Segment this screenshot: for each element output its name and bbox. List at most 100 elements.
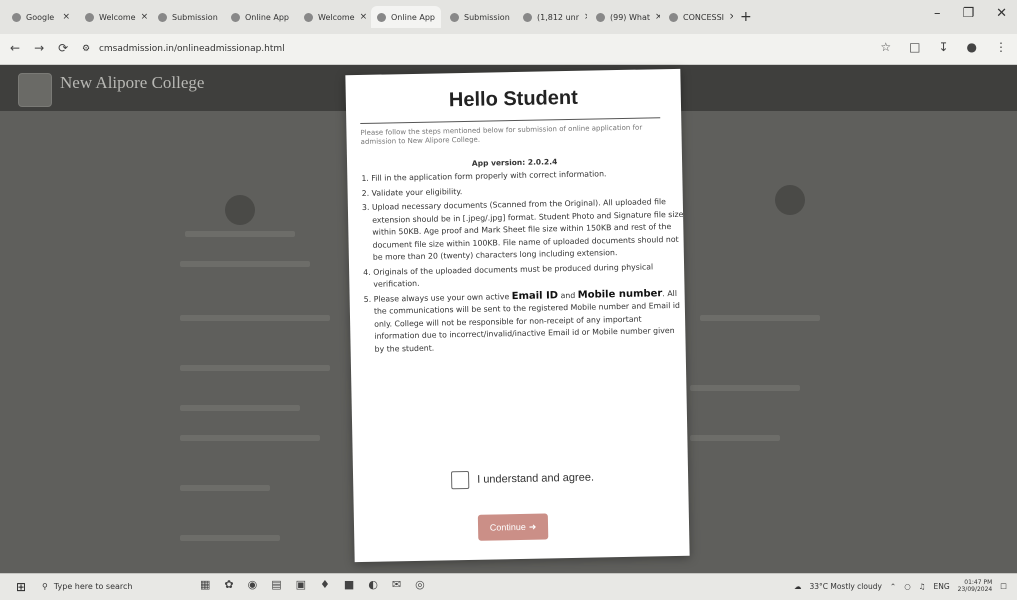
clock-time: 01:47 PM — [964, 579, 993, 586]
browser-tab[interactable]: Online App × — [225, 6, 295, 28]
tab-close-icon[interactable]: × — [729, 12, 733, 22]
tab-label: Submission — [464, 12, 510, 22]
instructions-modal: Hello Student Please follow the steps me… — [345, 68, 690, 563]
site-info-icon[interactable]: ⚙ — [82, 44, 90, 54]
instruction-step: Please always use your own active Email … — [374, 287, 687, 355]
tab-favicon-icon — [304, 12, 313, 22]
tab-close-icon[interactable]: × — [360, 12, 368, 22]
nav-buttons: ← → ⟳ — [10, 41, 68, 55]
tab-favicon-icon — [377, 12, 386, 22]
agree-label[interactable]: I understand and agree. — [477, 472, 594, 486]
browser-toolbar-icons: ☆ □ ↧ ● ⋮ — [880, 40, 1007, 54]
faded-form-text — [690, 435, 780, 441]
tab-label: (99) What — [610, 12, 650, 22]
taskbar-search[interactable]: ⚲ Type here to search — [36, 577, 192, 596]
tab-close-icon[interactable]: × — [655, 12, 660, 22]
faded-form-text — [180, 315, 330, 321]
mail-icon[interactable]: ✉ — [392, 578, 401, 591]
url-bar[interactable]: ⚙ cmsadmission.in/onlineadmissionap.html — [74, 40, 842, 58]
step-circle-icon — [225, 195, 255, 225]
address-bar-row: ← → ⟳ ⚙ cmsadmission.in/onlineadmissiona… — [0, 34, 1017, 65]
minimize-icon[interactable]: – — [934, 6, 941, 21]
edge-browser-icon[interactable]: ◉ — [248, 578, 258, 591]
tab-favicon-icon — [450, 12, 459, 22]
tab-label: Google — [26, 12, 55, 22]
continue-button[interactable]: Continue ➜ — [477, 513, 549, 541]
agree-checkbox[interactable] — [450, 470, 470, 490]
tab-favicon-icon — [158, 12, 167, 22]
search-icon: ⚲ — [42, 582, 48, 591]
tab-close-icon[interactable]: × — [62, 12, 70, 22]
tab-close-icon[interactable]: × — [141, 12, 149, 22]
browser-tab[interactable]: Online App × — [371, 6, 441, 28]
college-name: New Alipore College — [60, 73, 205, 92]
tab-label: Welcome — [318, 12, 355, 22]
network-icon[interactable]: ○ — [904, 582, 911, 591]
tab-label: (1,812 unr — [537, 12, 579, 22]
video-icon[interactable]: ■ — [344, 578, 354, 591]
step-circle-icon — [775, 185, 805, 215]
volume-icon[interactable]: ♫ — [919, 582, 926, 591]
browser-tab[interactable]: Welcome × — [298, 6, 368, 28]
language-indicator[interactable]: ENG — [934, 582, 950, 591]
store-icon[interactable]: ▣ — [296, 578, 306, 591]
search-placeholder: Type here to search — [53, 582, 133, 591]
browser-tab[interactable]: Google × — [6, 6, 76, 28]
tab-label: Welcome — [99, 12, 136, 22]
tray-chevron-icon[interactable]: ⌃ — [890, 582, 896, 591]
faded-form-text — [180, 261, 310, 267]
maximize-icon[interactable]: ❐ — [962, 6, 974, 21]
modal-intro-text: Please follow the steps mentioned below … — [360, 123, 643, 146]
arrow-right-icon: ➜ — [528, 521, 537, 532]
tab-favicon-icon — [12, 12, 21, 22]
faded-form-text — [180, 435, 320, 441]
forward-icon[interactable]: → — [34, 41, 44, 55]
chrome-icon[interactable]: ◎ — [415, 578, 425, 591]
tab-close-icon[interactable]: × — [440, 12, 441, 22]
browser-tab[interactable]: CONCESSI × — [663, 6, 733, 28]
bookmark-star-icon[interactable]: ☆ — [880, 40, 891, 54]
close-window-icon[interactable]: ✕ — [996, 6, 1007, 21]
browser-tab-bar: Google×Welcome×Submission×Online App×Wel… — [0, 0, 1017, 35]
browser-tab[interactable]: Submission× — [444, 6, 514, 28]
browser-tab[interactable]: (99) What × — [590, 6, 660, 28]
browser-tab[interactable]: (1,812 unr × — [517, 6, 587, 28]
notification-icon[interactable]: ☐ — [1000, 582, 1007, 591]
tab-favicon-icon — [669, 12, 678, 22]
weather-text[interactable]: 33°C Mostly cloudy — [809, 582, 881, 591]
taskbar-clock[interactable]: 01:47 PM 23/09/2024 — [958, 579, 993, 593]
app-icon[interactable]: ✿ — [224, 578, 233, 591]
tab-favicon-icon — [523, 12, 532, 22]
browser-tab[interactable]: Welcome × — [79, 6, 149, 28]
app-icon[interactable]: ♦ — [320, 578, 330, 591]
browser-tab[interactable]: Submission× — [152, 6, 222, 28]
taskbar-apps: ▦ ✿ ◉ ▤ ▣ ♦ ■ ◐ ✉ ◎ — [200, 578, 425, 591]
reload-icon[interactable]: ⟳ — [58, 41, 68, 55]
tab-favicon-icon — [596, 12, 605, 22]
back-icon[interactable]: ← — [10, 41, 20, 55]
agree-row: I understand and agree. — [450, 469, 594, 490]
faded-form-text — [700, 315, 820, 321]
profile-icon[interactable]: ● — [967, 40, 977, 54]
file-explorer-icon[interactable]: ▤ — [271, 578, 281, 591]
download-icon[interactable]: ↧ — [938, 40, 948, 54]
tab-close-icon[interactable]: × — [584, 12, 587, 22]
modal-title: Hello Student — [448, 86, 578, 112]
faded-form-text — [180, 535, 280, 541]
extensions-icon[interactable]: □ — [909, 40, 920, 54]
tab-close-icon[interactable]: × — [294, 12, 295, 22]
tab-label: Submission — [172, 12, 218, 22]
task-view-icon[interactable]: ▦ — [200, 578, 210, 591]
clock-date: 23/09/2024 — [957, 586, 993, 593]
system-tray: ☁ 33°C Mostly cloudy ⌃ ○ ♫ ENG 01:47 PM … — [794, 579, 1007, 593]
menu-icon[interactable]: ⋮ — [995, 40, 1007, 54]
windows-start-icon[interactable]: ⊞ — [16, 580, 26, 594]
tab-favicon-icon — [231, 12, 240, 22]
tab-strip: Google×Welcome×Submission×Online App×Wel… — [6, 6, 756, 28]
instruction-steps: Fill in the application form properly wi… — [357, 167, 686, 358]
office-icon[interactable]: ◐ — [368, 578, 378, 591]
tab-label: CONCESSI — [683, 12, 725, 22]
windows-taskbar: ⊞ ⚲ Type here to search ▦ ✿ ◉ ▤ ▣ ♦ ■ ◐ … — [0, 573, 1017, 600]
title-divider — [360, 117, 661, 124]
new-tab-button[interactable]: + — [736, 6, 756, 28]
